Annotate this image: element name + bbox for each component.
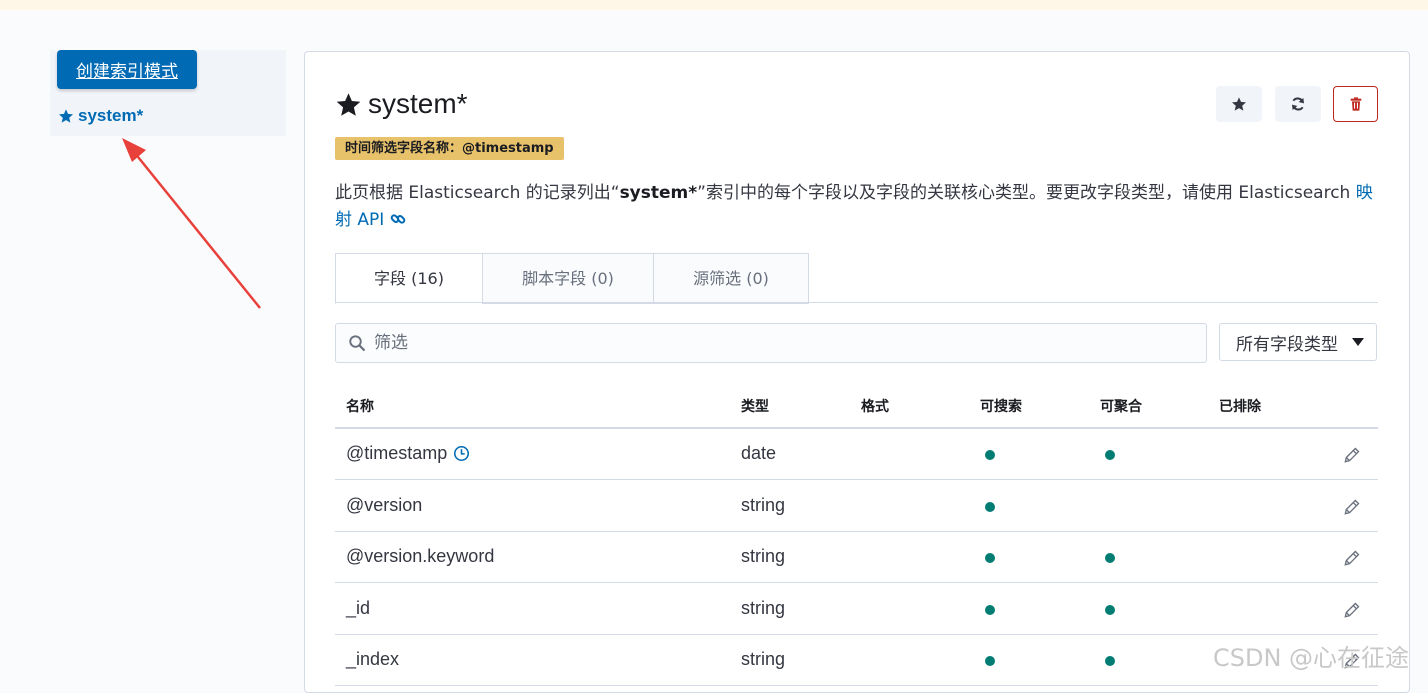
column-aggregatable[interactable]: 可聚合 <box>1100 396 1142 416</box>
table-row: @version.keyword string <box>335 532 1378 583</box>
field-name-text: _index <box>346 649 400 669</box>
searchable-dot <box>985 450 995 460</box>
column-excluded[interactable]: 已排除 <box>1219 396 1261 416</box>
column-type[interactable]: 类型 <box>741 396 769 416</box>
field-filter-box <box>335 323 1207 363</box>
search-icon <box>349 335 366 352</box>
column-searchable[interactable]: 可搜索 <box>980 396 1022 416</box>
field-type: string <box>741 494 786 515</box>
tab-fields[interactable]: 字段 (16) <box>335 253 483 304</box>
aggregatable-dot <box>1105 553 1115 563</box>
sidebar-item-label: system* <box>78 106 144 125</box>
time-field-badge: 时间筛选字段名称：@timestamp <box>335 137 564 160</box>
field-type: string <box>741 597 786 618</box>
table-row: @timestamp date <box>335 429 1378 480</box>
field-type-select-value: 所有字段类型 <box>1236 334 1338 355</box>
description-prefix: 此页根据 Elasticsearch 的记录列出“ <box>335 183 620 203</box>
searchable-dot <box>985 553 995 563</box>
pencil-icon[interactable] <box>1342 600 1362 620</box>
field-name: @version <box>346 495 422 516</box>
tabs-divider <box>335 302 1378 303</box>
table-row: _id string <box>335 584 1378 635</box>
searchable-dot <box>985 501 995 512</box>
aggregatable-dot <box>1105 604 1115 615</box>
description-middle: ”索引中的每个字段以及字段的关联核心类型。要更改字段类型，请使用 Elastic… <box>697 183 1356 203</box>
field-type: string <box>741 546 786 566</box>
top-banner-strip <box>0 0 1428 10</box>
field-name: @version.keyword <box>346 546 494 567</box>
description-index: system* <box>619 183 698 203</box>
annotation-arrow <box>122 138 261 309</box>
column-name[interactable]: 名称 <box>346 396 374 416</box>
field-name: @timestamp <box>346 443 470 464</box>
table-header: 名称 类型 格式 可搜索 可聚合 已排除 <box>335 392 1378 429</box>
sidebar-item-system[interactable]: system* <box>58 106 143 126</box>
field-name-text: @timestamp <box>346 443 448 463</box>
pencil-icon[interactable] <box>1342 497 1362 517</box>
index-pattern-panel: system* 时间筛选字段名称：@timestamp 此页根据 Elastic… <box>304 51 1410 693</box>
page-title-text: system* <box>368 88 468 119</box>
field-filter-input[interactable] <box>372 332 1196 354</box>
tab-bar: 字段 (16) 脚本字段 (0) 源筛选 (0) <box>335 253 809 304</box>
refresh-icon <box>1292 97 1304 111</box>
tab-scripted-fields[interactable]: 脚本字段 (0) <box>482 253 654 304</box>
pencil-icon[interactable] <box>1342 548 1362 568</box>
star-icon <box>1232 97 1246 111</box>
refresh-fields-button[interactable] <box>1275 86 1321 122</box>
pencil-icon[interactable] <box>1342 445 1362 465</box>
star-icon <box>59 109 73 123</box>
caret-down-icon <box>1352 338 1364 346</box>
field-type: string <box>741 649 786 669</box>
set-default-button[interactable] <box>1216 86 1262 122</box>
tab-source-filters[interactable]: 源筛选 (0) <box>653 253 809 304</box>
watermark: CSDN @心在征途 <box>1213 644 1410 672</box>
sidebar: 创建索引模式 system* <box>50 50 286 136</box>
searchable-dot <box>985 656 995 666</box>
table-row: @version string <box>335 481 1378 532</box>
field-name-text: @version.keyword <box>346 546 495 566</box>
trash-icon <box>1350 97 1361 111</box>
star-icon <box>336 92 361 116</box>
field-name: _id <box>346 598 370 619</box>
page-description: 此页根据 Elasticsearch 的记录列出“system*”索引中的每个字… <box>335 180 1385 234</box>
field-name-text: @version <box>346 494 423 515</box>
field-type: date <box>741 443 777 463</box>
field-type-select[interactable]: 所有字段类型 <box>1219 323 1377 361</box>
aggregatable-dot <box>1105 450 1115 460</box>
searchable-dot <box>985 604 995 615</box>
aggregatable-dot <box>1105 656 1115 666</box>
field-name: _index <box>346 649 399 670</box>
field-name-text: _id <box>346 597 371 618</box>
clock-icon <box>454 445 470 462</box>
column-format[interactable]: 格式 <box>861 396 889 416</box>
link-icon <box>390 214 405 224</box>
page-title: system* <box>335 88 468 120</box>
create-index-pattern-button[interactable]: 创建索引模式 <box>57 50 197 89</box>
delete-index-pattern-button[interactable] <box>1333 86 1378 122</box>
